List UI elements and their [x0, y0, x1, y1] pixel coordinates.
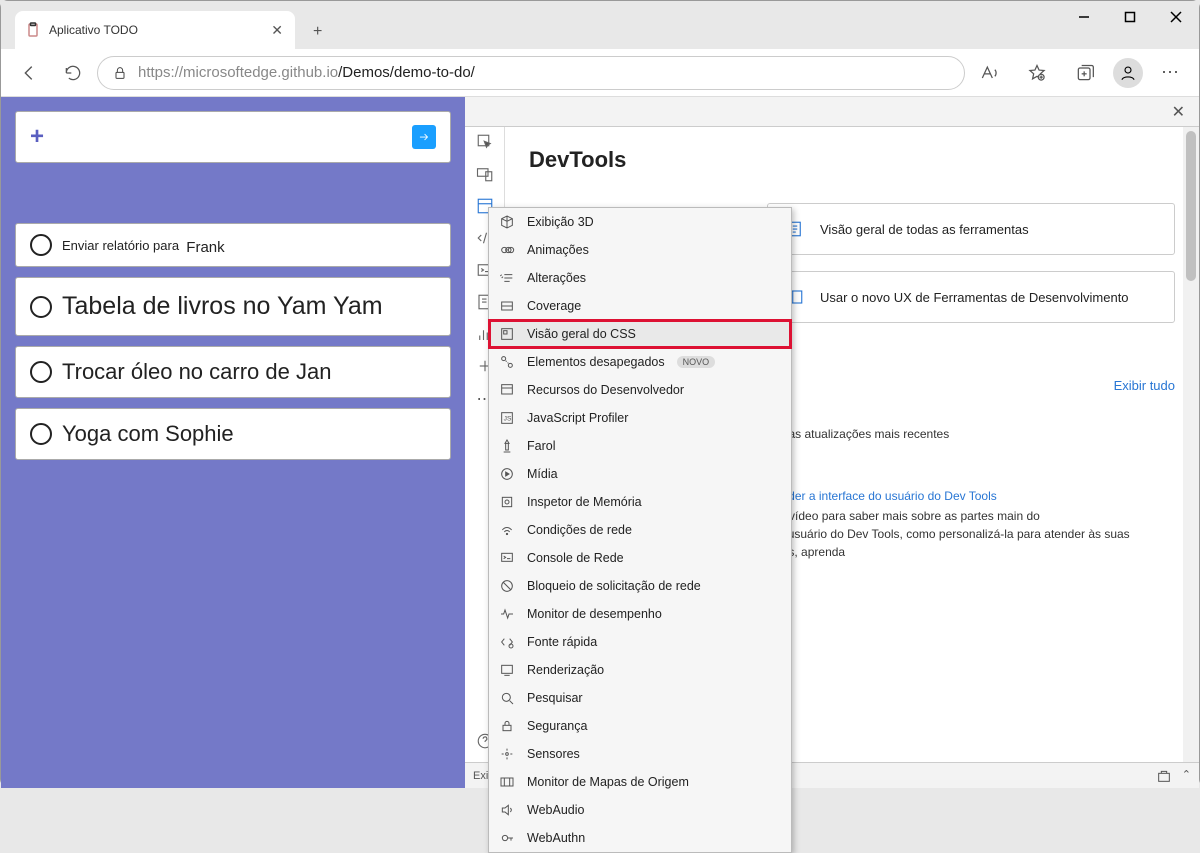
- todo-input[interactable]: +: [15, 111, 451, 163]
- menu-item-detached[interactable]: Elementos desapegadosNOVO: [489, 348, 791, 376]
- todo-checkbox[interactable]: [30, 423, 52, 445]
- toolbar: https://microsoftedge.github.io/Demos/de…: [1, 49, 1199, 97]
- profile-button[interactable]: [1113, 58, 1143, 88]
- menu-item-devres[interactable]: Recursos do Desenvolvedor: [489, 376, 791, 404]
- menu-item-changes[interactable]: Alterações: [489, 264, 791, 292]
- close-window-button[interactable]: [1153, 1, 1199, 33]
- menu-item-lighthouse[interactable]: Farol: [489, 432, 791, 460]
- todo-app: + Enviar relatório para Frank Tabela de …: [1, 97, 465, 788]
- menu-item-sensors[interactable]: Sensores: [489, 740, 791, 768]
- menu-item-rendering[interactable]: Renderização: [489, 656, 791, 684]
- new-ux-card[interactable]: Usar o novo UX de Ferramentas de Desenvo…: [767, 271, 1175, 323]
- favorites-button[interactable]: [1017, 53, 1057, 93]
- new-tab-button[interactable]: +: [303, 15, 332, 49]
- minimize-button[interactable]: [1061, 1, 1107, 33]
- lock-icon: [112, 65, 128, 81]
- todo-checkbox[interactable]: [30, 234, 52, 256]
- menu-item-media[interactable]: Mídia: [489, 460, 791, 488]
- todo-text: Tabela de livros no Yam Yam: [62, 292, 383, 321]
- panel-heading: DevTools: [529, 147, 1175, 173]
- svg-text:JS: JS: [504, 416, 512, 423]
- todo-text: Enviar relatório para Frank: [62, 237, 225, 254]
- card-label: Visão geral de todas as ferramentas: [820, 222, 1029, 237]
- url-text: https://microsoftedge.github.io/Demos/de…: [138, 64, 475, 81]
- todo-item[interactable]: Trocar óleo no carro de Jan: [15, 346, 451, 398]
- device-icon[interactable]: [476, 165, 494, 183]
- close-devtools-button[interactable]: ✕: [1164, 98, 1193, 126]
- menu-item-netconsole[interactable]: Console de Rede: [489, 544, 791, 572]
- todo-item[interactable]: Enviar relatório para Frank: [15, 223, 451, 267]
- devtools-tabbar: ✕: [465, 97, 1199, 127]
- show-all-link[interactable]: Exibir tudo: [1114, 378, 1175, 393]
- menu-item-webauthn[interactable]: WebAuthn: [489, 824, 791, 852]
- back-button[interactable]: [9, 53, 49, 93]
- more-tools-menu: Exibição 3DAnimaçõesAlteraçõesCoverageVi…: [488, 207, 792, 853]
- settings-more-button[interactable]: ⋯: [1151, 53, 1191, 93]
- inspect-icon[interactable]: [476, 133, 494, 151]
- menu-item-quicksrc[interactable]: Fonte rápida: [489, 628, 791, 656]
- menu-item-netblock[interactable]: Bloqueio de solicitação de rede: [489, 572, 791, 600]
- card-label: Usar o novo UX de Ferramentas de Desenvo…: [820, 290, 1129, 305]
- menu-item-perfmon[interactable]: Monitor de desempenho: [489, 600, 791, 628]
- todo-text: Trocar óleo no carro de Jan: [62, 359, 331, 385]
- scrollbar[interactable]: [1183, 127, 1199, 762]
- issues-icon[interactable]: [1156, 768, 1172, 784]
- collections-button[interactable]: [1065, 53, 1105, 93]
- tab-close-icon[interactable]: ✕: [269, 20, 285, 41]
- todo-text: Yoga com Sophie: [62, 421, 234, 447]
- menu-item-search[interactable]: Pesquisar: [489, 684, 791, 712]
- menu-item-cube[interactable]: Exibição 3D: [489, 208, 791, 236]
- todo-checkbox[interactable]: [30, 361, 52, 383]
- menu-item-jsprofiler[interactable]: JSJavaScript Profiler: [489, 404, 791, 432]
- todo-item[interactable]: Tabela de livros no Yam Yam: [15, 277, 451, 336]
- menu-item-sourcemap[interactable]: Monitor de Mapas de Origem: [489, 768, 791, 796]
- overview-card[interactable]: Visão geral de todas as ferramentas: [767, 203, 1175, 255]
- menu-item-animations[interactable]: Animações: [489, 236, 791, 264]
- menu-item-security[interactable]: Segurança: [489, 712, 791, 740]
- menu-item-css[interactable]: Visão geral do CSS: [489, 320, 791, 348]
- submit-button[interactable]: [412, 125, 436, 149]
- browser-tab[interactable]: Aplicativo TODO ✕: [15, 11, 295, 49]
- menu-item-netcond[interactable]: Condições de rede: [489, 516, 791, 544]
- maximize-button[interactable]: [1107, 1, 1153, 33]
- todo-item[interactable]: Yoga com Sophie: [15, 408, 451, 460]
- plus-icon: +: [30, 123, 44, 151]
- menu-item-memory[interactable]: Inspetor de Memória: [489, 488, 791, 516]
- tab-title: Aplicativo TODO: [49, 23, 261, 37]
- titlebar: Aplicativo TODO ✕ +: [1, 1, 1199, 49]
- expand-quick-button[interactable]: ⌃: [1182, 768, 1191, 784]
- refresh-button[interactable]: [53, 53, 93, 93]
- clipboard-icon: [25, 22, 41, 38]
- window-controls: [1061, 1, 1199, 33]
- menu-item-coverage[interactable]: Coverage: [489, 292, 791, 320]
- address-bar[interactable]: https://microsoftedge.github.io/Demos/de…: [97, 56, 965, 90]
- menu-item-webaudio[interactable]: WebAudio: [489, 796, 791, 824]
- read-aloud-button[interactable]: [969, 53, 1009, 93]
- todo-checkbox[interactable]: [30, 296, 52, 318]
